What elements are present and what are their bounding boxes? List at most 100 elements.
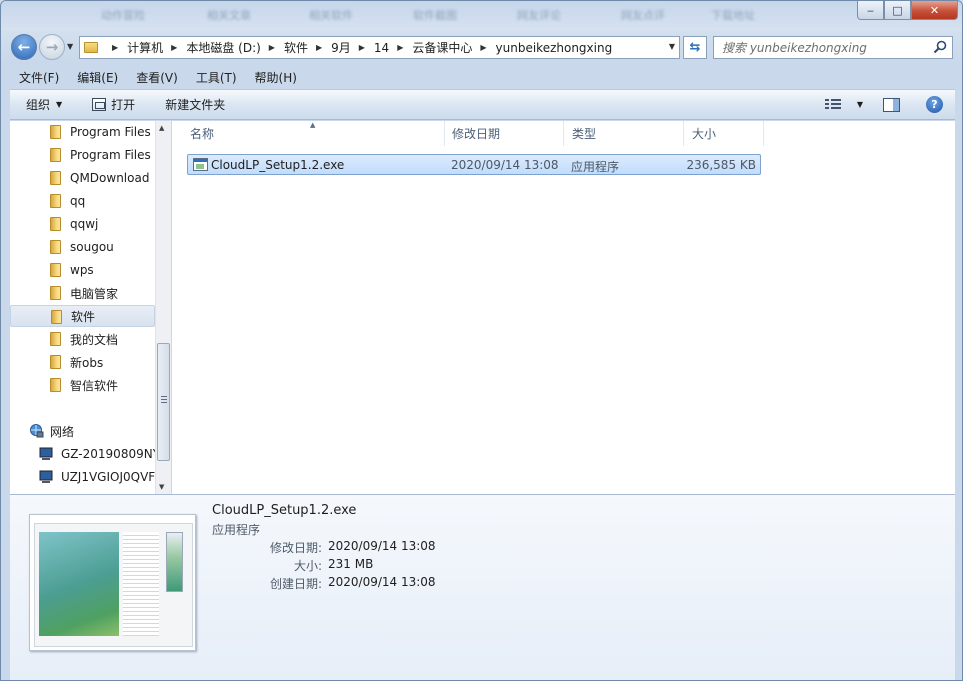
close-button[interactable]: ✕ [911,1,958,20]
new-folder-label: 新建文件夹 [165,98,226,112]
nav-folder[interactable]: Program Files [10,144,155,166]
navigation-scrollbar[interactable]: ▲ ▼ [155,121,171,494]
new-folder-button[interactable]: 新建文件夹 [165,96,225,113]
nav-folder[interactable]: qq [10,190,155,212]
file-row-selected[interactable]: CloudLP_Setup1.2.exe 2020/09/14 13:08 应用… [187,154,761,175]
folder-icon [50,148,61,162]
chevron-right-icon[interactable]: ▶ [397,43,403,52]
nav-computer[interactable]: GZ-20190809NY [39,443,155,465]
nav-folder[interactable]: 智信软件 [10,374,155,396]
refresh-icon: ⇆ [689,40,701,55]
column-header-date[interactable]: 修改日期 [444,121,564,146]
computer-label: UZJ1VGIOJ0QVF [61,470,155,484]
chevron-right-icon[interactable]: ▶ [480,43,486,52]
column-header-size[interactable]: 大小 [684,121,764,146]
chevron-right-icon[interactable]: ▶ [171,43,177,52]
breadcrumb-item[interactable]: 14 [374,41,389,55]
details-size-label: 大小: [293,559,322,573]
folder-icon [50,125,61,139]
title-bar: 动作冒险 相关文章 相关软件 软件截图 网友评论 网友点评 下载地址 ‒ □ ✕ [1,1,962,31]
menu-tools[interactable]: 工具(T) [187,69,246,86]
details-file-name: CloudLP_Setup1.2.exe [212,503,357,518]
background-tab: 动作冒险 [101,9,145,22]
file-type: 应用程序 [571,160,620,174]
window-controls: ‒ □ ✕ [857,1,958,20]
details-created-row: 创建日期: 2020/09/14 13:08 [212,575,512,593]
details-size-row: 大小: 231 MB [212,557,512,575]
recent-pages-dropdown[interactable]: ▼ [67,42,73,51]
preview-pane-icon[interactable] [883,97,900,112]
explorer-window: 动作冒险 相关文章 相关软件 软件截图 网友评论 网友点评 下载地址 ‒ □ ✕… [0,0,963,681]
view-controls: ▼ ? [824,90,955,119]
details-modified-row: 修改日期: 2020/09/14 13:08 [212,539,512,557]
view-dropdown-icon[interactable]: ▼ [857,100,863,109]
scroll-down-icon[interactable]: ▼ [159,483,164,491]
computer-label: GZ-20190809NY [61,447,155,461]
folder-icon [50,263,61,277]
nav-folder[interactable]: 新obs [10,351,155,373]
breadcrumb-item[interactable]: 计算机 [127,39,163,56]
background-tab: 软件截图 [413,9,457,22]
organize-label: 组织 [26,98,51,112]
open-button[interactable]: 打开 [92,96,135,113]
nav-folder[interactable]: QMDownload [10,167,155,189]
computer-icon [39,470,53,483]
nav-network[interactable]: 网络 [28,420,74,442]
open-icon [92,98,107,111]
back-button[interactable]: ← [11,34,37,60]
chevron-down-icon: ▼ [56,100,63,109]
nav-folder[interactable]: sougou [10,236,155,258]
menu-view[interactable]: 查看(V) [127,69,187,86]
nav-folder-selected[interactable]: 软件 [10,305,155,327]
details-pane: CloudLP_Setup1.2.exe 应用程序 修改日期: 2020/09/… [10,494,955,680]
open-label: 打开 [111,98,136,112]
minimize-button[interactable]: ‒ [857,1,884,20]
address-row: ← → ▼ ▶ 计算机 ▶ 本地磁盘 (D:) ▶ 软件 ▶ 9月 ▶ 14 ▶… [1,32,962,62]
column-header-type[interactable]: 类型 [564,121,684,146]
navigation-pane: Program Files Program Files QMDownload q… [10,121,155,494]
change-view-icon[interactable] [824,98,841,111]
background-tab: 网友评论 [517,9,561,22]
file-size: 236,585 KB [686,158,756,172]
search-input[interactable] [714,37,919,58]
chevron-right-icon[interactable]: ▶ [316,43,322,52]
breadcrumb-item[interactable]: 9月 [331,39,351,56]
scrollbar-thumb[interactable] [157,343,170,461]
maximize-button[interactable]: □ [884,1,911,20]
address-bar[interactable]: ▶ 计算机 ▶ 本地磁盘 (D:) ▶ 软件 ▶ 9月 ▶ 14 ▶ 云备课中心… [79,36,680,59]
chevron-right-icon[interactable]: ▶ [112,43,118,52]
forward-button[interactable]: → [39,34,65,60]
menu-bar: 文件(F) 编辑(E) 查看(V) 工具(T) 帮助(H) [10,67,955,88]
menu-help[interactable]: 帮助(H) [246,69,306,86]
menu-file[interactable]: 文件(F) [10,69,68,86]
nav-folder[interactable]: 电脑管家 [10,282,155,304]
nav-folder[interactable]: wps [10,259,155,281]
folder-icon [50,240,61,254]
search-icon[interactable] [933,40,947,54]
arrow-right-icon: → [45,38,59,56]
file-list: ▲ 名称 修改日期 类型 大小 CloudLP_Setup1.2.exe 202… [172,121,955,494]
help-icon[interactable]: ? [926,96,943,113]
nav-folder[interactable]: Program Files [10,121,155,143]
nav-computer[interactable]: UZJ1VGIOJ0QVF [39,466,155,488]
nav-folder[interactable]: qqwj [10,213,155,235]
scroll-up-icon[interactable]: ▲ [159,124,164,132]
breadcrumb-item[interactable]: 云备课中心 [412,39,472,56]
file-date: 2020/09/14 13:08 [451,158,559,172]
folder-icon [50,171,61,185]
application-icon [193,158,208,171]
menu-edit[interactable]: 编辑(E) [68,69,127,86]
organize-button[interactable]: 组织 ▼ [26,96,62,113]
address-dropdown-icon[interactable]: ▼ [669,42,675,51]
chevron-right-icon[interactable]: ▶ [359,43,365,52]
breadcrumb-item[interactable]: 软件 [284,39,308,56]
details-modified-label: 修改日期: [269,541,322,555]
file-thumbnail [29,514,196,651]
nav-folder[interactable]: 我的文档 [10,328,155,350]
network-icon [30,424,44,438]
chevron-right-icon[interactable]: ▶ [269,43,275,52]
column-header-name[interactable]: 名称 [182,121,445,146]
breadcrumb-item[interactable]: 本地磁盘 (D:) [186,39,260,56]
refresh-button[interactable]: ⇆ [683,36,707,59]
breadcrumb-item[interactable]: yunbeikezhongxing [496,41,613,55]
